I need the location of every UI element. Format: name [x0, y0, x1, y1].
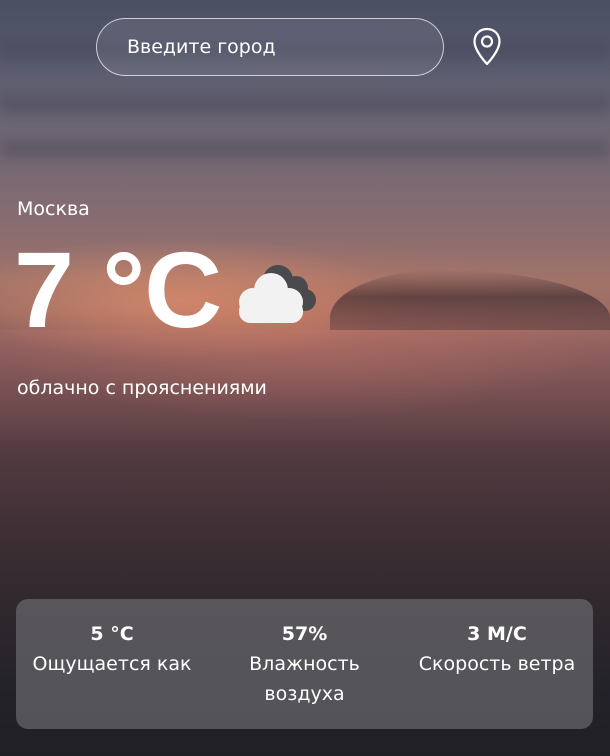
weather-details-panel: 5 °C Ощущается как 57% Влажность воздуха… [16, 599, 593, 729]
wind-speed-value: 3 М/С [467, 623, 527, 645]
city-search-input[interactable] [96, 18, 444, 76]
wind-speed-item: 3 М/С Скорость ветра [401, 621, 593, 729]
temperature-row: 7 °C [14, 236, 319, 344]
feels-like-value: 5 °C [90, 623, 134, 645]
feels-like-item: 5 °C Ощущается как [16, 621, 208, 729]
humidity-value: 57% [281, 623, 328, 645]
city-name: Москва [17, 198, 90, 220]
feels-like-label: Ощущается как [32, 653, 192, 675]
location-button[interactable] [472, 27, 502, 67]
humidity-item: 57% Влажность воздуха [209, 621, 401, 729]
cloud-icon [239, 265, 317, 323]
treeline [330, 270, 610, 330]
weather-description: облачно с прояснениями [17, 377, 267, 399]
humidity-label: Влажность воздуха [249, 653, 360, 705]
map-pin-icon [473, 27, 501, 66]
search-row [96, 18, 501, 76]
sky-cloud-band [0, 95, 610, 113]
sky-cloud-band [0, 140, 610, 158]
current-temperature: 7 °C [14, 229, 222, 350]
wind-speed-label: Скорость ветра [418, 653, 576, 675]
